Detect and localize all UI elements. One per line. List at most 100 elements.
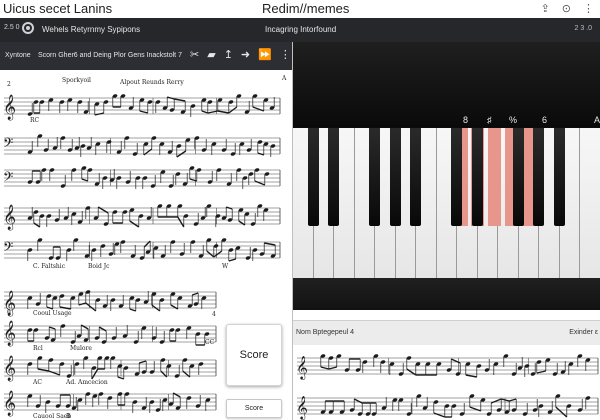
black-key[interactable] — [369, 128, 380, 226]
note-beam — [59, 306, 71, 310]
black-key[interactable] — [328, 128, 339, 226]
note-beam — [33, 222, 41, 228]
annotation: CC — [205, 339, 215, 346]
window-controls: ⇪ ⊙ ⋮ — [541, 2, 594, 15]
measure-number: 6 — [7, 309, 11, 316]
highlighted-key — [488, 128, 501, 226]
note-beam — [450, 358, 461, 364]
annotation: AC — [32, 379, 42, 386]
treble-clef-icon: 𝄞 — [3, 94, 16, 120]
white-key[interactable] — [580, 128, 600, 278]
keyboard-header — [293, 42, 600, 127]
window-title: Redim//memes — [262, 1, 350, 16]
help-icon[interactable]: ⊙ — [562, 2, 571, 15]
note-beam — [536, 370, 546, 374]
annotation: B — [66, 413, 71, 420]
note-beam — [177, 216, 185, 228]
treble-clef-icon: 𝄞 — [3, 390, 16, 416]
note-beam — [490, 398, 502, 404]
note-beam — [117, 376, 125, 380]
black-key[interactable] — [307, 128, 319, 226]
toolbar-center-label: Incagring Intorfound — [265, 25, 337, 34]
score-button[interactable]: Score — [226, 399, 282, 418]
gear-icon[interactable] — [22, 22, 34, 34]
note-beam — [264, 242, 276, 246]
note-beam — [48, 326, 56, 330]
note-beam — [81, 178, 89, 182]
scissors-icon[interactable]: ✂ — [190, 48, 199, 61]
annotation: RC — [30, 117, 40, 124]
bass-clef-icon: 𝄢 — [3, 239, 13, 258]
note-beam — [501, 398, 510, 402]
score-tools: ✂ ▰ ↥ ➜ ⏩ ⋮ — [190, 48, 291, 61]
note-beam — [170, 304, 179, 310]
note-beam — [189, 178, 197, 182]
key-label: % — [509, 115, 518, 125]
note-beam — [80, 324, 89, 330]
preferences-label[interactable]: Wehels Retyrnmy Sypipons — [42, 25, 140, 34]
note-beam — [238, 220, 246, 226]
piano-keys[interactable] — [293, 128, 600, 278]
preview-right-label: Exinder ε — [569, 329, 598, 336]
black-key[interactable] — [533, 128, 544, 226]
note-beam — [254, 180, 266, 186]
annotation: Mulore — [70, 345, 92, 352]
bass-clef-icon: 𝄢 — [3, 169, 13, 188]
more-icon[interactable]: ⋮ — [280, 48, 291, 61]
arrow-right-icon[interactable]: ➜ — [241, 48, 250, 61]
note-beam — [509, 398, 517, 402]
key-label: 6 — [542, 115, 548, 125]
treble-clef-icon: 𝄞 — [3, 204, 16, 230]
toolbar-right-text: 2 3 .0 — [574, 25, 592, 32]
key-label: ♯ — [487, 115, 492, 125]
preview-sheet-music: 𝄞 𝄞 — [296, 354, 599, 420]
annotation: C. Faltshic — [33, 263, 66, 270]
preview-header: Nom Bptegepeul 4 Exinder ε — [293, 320, 600, 345]
notes — [320, 354, 591, 418]
note-beam — [174, 98, 186, 102]
score-card[interactable]: Score — [226, 324, 282, 386]
annotation: Sporkyoil — [62, 77, 91, 84]
note-beam — [555, 406, 568, 418]
treble-clef-icon: 𝄞 — [3, 355, 16, 381]
note-beam — [465, 374, 477, 378]
menu-icon[interactable]: ⋮ — [583, 2, 594, 15]
share-icon[interactable]: ⇪ — [541, 2, 550, 15]
note-beam — [433, 412, 446, 418]
note-beam — [139, 110, 148, 114]
note-beam — [172, 392, 181, 398]
annotation: Cooul Usage — [33, 310, 72, 317]
note-beam — [228, 258, 236, 262]
bass-clef-icon: 𝄢 — [3, 135, 13, 154]
preview-panel: Nom Bptegepeul 4 Exinder ε 𝄞 𝄞 — [293, 320, 600, 420]
note-beam — [129, 308, 137, 312]
note-beam — [37, 368, 49, 372]
black-key[interactable] — [451, 128, 462, 226]
preview-label: Nom Bptegepeul 4 — [296, 329, 354, 336]
top-letter: A — [281, 75, 287, 82]
panel-label: Xyntone — [5, 52, 31, 59]
arrow-up-icon[interactable]: ↥ — [224, 48, 233, 61]
app-title: Uicus secet Lanins — [3, 1, 113, 16]
black-key[interactable] — [410, 128, 421, 226]
annotation: Ad. Amcecion — [65, 379, 108, 386]
black-key[interactable] — [512, 128, 524, 226]
bookmark-icon[interactable]: ▰ — [207, 48, 215, 61]
score-panel-header: Xyntone Scorn Gher6 and Deing Plor Gens … — [0, 42, 292, 70]
note-beam — [167, 96, 175, 100]
treble-clef-icon: 𝄞 — [3, 320, 16, 346]
note-beam — [201, 110, 209, 114]
black-key[interactable] — [389, 128, 401, 226]
black-key[interactable] — [553, 128, 565, 226]
note-beam — [46, 306, 54, 310]
note-beam — [78, 302, 86, 306]
piano-keyboard-panel: 8 ♯ % 6 A — [293, 42, 600, 310]
black-key[interactable] — [471, 128, 483, 226]
treble-clef-icon: 𝄞 — [296, 355, 308, 380]
annotation: 4 — [212, 311, 216, 318]
annotation: Rcl — [33, 345, 43, 352]
treble-clef-icon: 𝄞 — [296, 395, 308, 420]
fast-forward-icon[interactable]: ⏩ — [258, 48, 272, 61]
note-beam — [48, 370, 61, 376]
note-beam — [225, 206, 233, 210]
